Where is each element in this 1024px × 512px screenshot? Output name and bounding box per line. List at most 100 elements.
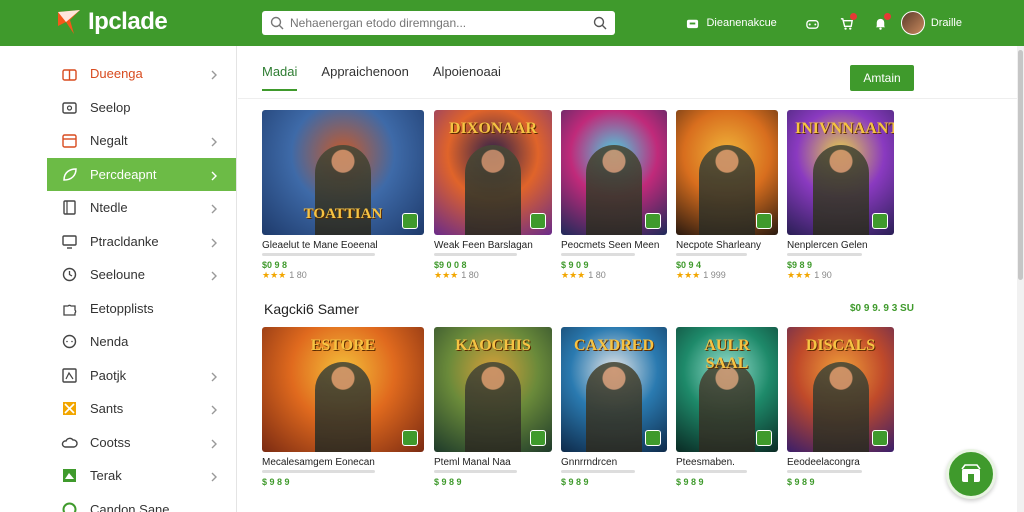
game-price: $ 9 8 9 bbox=[561, 477, 589, 487]
top-bar: Ipclade Dieanenakcue Drai bbox=[0, 0, 1024, 46]
game-card[interactable]: Necpote Sharleany $0 9 4 ★★★ 1 999 bbox=[676, 110, 778, 281]
character-figure bbox=[465, 145, 521, 235]
cloud-icon bbox=[61, 434, 78, 451]
character-figure bbox=[586, 145, 642, 235]
sidebar-item-negalt[interactable]: Negalt bbox=[47, 124, 236, 157]
star-rating: ★★★ 1 90 bbox=[787, 270, 832, 280]
game-card[interactable]: TOATTIAN Gleaelut te Mane Eoeenal $0 9 8 ★★… bbox=[262, 110, 424, 281]
sidebar-item-cootss[interactable]: Cootss bbox=[47, 426, 236, 459]
chevron-right-icon bbox=[210, 403, 218, 415]
platform-badge-icon bbox=[872, 430, 888, 446]
scrollbar-thumb[interactable] bbox=[1018, 50, 1023, 280]
sidebar-item-terak[interactable]: Terak bbox=[47, 459, 236, 492]
sidebar-item-ntedle[interactable]: Ntedle bbox=[47, 191, 236, 224]
sidebar-item-label: Negalt bbox=[90, 133, 128, 148]
game-cover-image[interactable]: AULR SAAL bbox=[676, 327, 778, 452]
gamepad-icon[interactable] bbox=[805, 15, 821, 31]
game-price: $ 9 8 9 bbox=[434, 477, 462, 487]
game-cover-image[interactable]: KAOCHIS bbox=[434, 327, 552, 452]
cover-title: ESTORE bbox=[310, 337, 376, 354]
cover-title: INIVNNAANT bbox=[795, 120, 894, 137]
sidebar-item-label: Seelop bbox=[90, 99, 131, 115]
tab-appraichenoon[interactable]: Appraichenoon bbox=[321, 64, 408, 91]
search-icon bbox=[270, 16, 284, 30]
sidebar-item-label: Candon Sane bbox=[90, 501, 170, 512]
sidebar-item-label: Paotjk bbox=[90, 367, 127, 383]
game-card[interactable]: INIVNNAANT Nenplercen Gelen $9 8 9 ★★★ 1 90 bbox=[787, 110, 894, 281]
floating-store-button[interactable] bbox=[946, 449, 996, 499]
game-subtitle bbox=[434, 253, 517, 256]
platform-badge-icon bbox=[402, 430, 418, 446]
sidebar: Dueenga Seelop Negalt Percdeapnt Ntedle Ptrac… bbox=[0, 46, 237, 512]
notification-icon[interactable] bbox=[873, 13, 891, 31]
game-card[interactable]: DIXONAAR Weak Feen Barslagan $9 0 0 8 ★★★ 1 … bbox=[434, 110, 552, 281]
search-submit-icon[interactable] bbox=[593, 16, 607, 30]
game-cover-image[interactable]: DIXONAAR bbox=[434, 110, 552, 235]
user-menu[interactable]: Draille bbox=[900, 11, 962, 35]
chevron-right-icon bbox=[210, 236, 218, 247]
sidebar-item-label: Sants bbox=[90, 401, 124, 416]
game-cover-image[interactable] bbox=[561, 110, 667, 235]
sidebar-item-seelop[interactable]: Seelop bbox=[47, 91, 236, 124]
sidebar-item-eetopplists[interactable]: Eetopplists bbox=[47, 292, 236, 325]
sidebar-item-nenda[interactable]: Nenda bbox=[47, 325, 236, 358]
primary-action-link[interactable]: Dieanenakcue bbox=[684, 15, 777, 31]
sidebar-item-label: Nenda bbox=[90, 334, 129, 349]
cart-icon[interactable] bbox=[839, 13, 857, 31]
section-link[interactable]: $0 9 9. 9 3 SU bbox=[850, 303, 914, 314]
platform-badge-icon bbox=[402, 213, 418, 229]
cover-title: DISCALS bbox=[805, 337, 876, 354]
sidebar-item-paotjk[interactable]: Paotjk bbox=[47, 359, 236, 392]
game-subtitle bbox=[787, 470, 862, 473]
game-card[interactable]: CAXDRED Gnnrrndrcen $ 9 8 9 bbox=[561, 327, 667, 487]
game-card[interactable]: ESTORE Mecalesamgem Eonecan $ 9 8 9 bbox=[262, 327, 424, 487]
game-subtitle bbox=[262, 470, 376, 473]
chevron-right-icon bbox=[210, 169, 218, 180]
book-icon bbox=[61, 199, 78, 216]
primary-action-label: Dieanenakcue bbox=[706, 17, 777, 29]
sidebar-item-sants[interactable]: Sants bbox=[47, 392, 236, 425]
sidebar-item-label: Ntedle bbox=[90, 200, 128, 215]
action-button[interactable]: Amtain bbox=[850, 65, 914, 91]
sidebar-item-label: Eetopplists bbox=[90, 300, 154, 316]
page-scrollbar[interactable] bbox=[1017, 46, 1024, 512]
calendar-icon bbox=[61, 132, 78, 149]
game-card[interactable]: DISCALS Eeodeelacongra $ 9 8 9 bbox=[787, 327, 894, 487]
game-card[interactable]: Peocmets Seen Meen $ 9 0 9 ★★★ 1 80 bbox=[561, 110, 667, 281]
section-title: Kagcki6 Samer bbox=[264, 301, 359, 317]
sidebar-item-label: Seeloune bbox=[90, 267, 145, 282]
game-cover-image[interactable]: DISCALS bbox=[787, 327, 894, 452]
app-logo[interactable]: Ipclade bbox=[56, 8, 168, 36]
sidebar-item-ptracldanke[interactable]: Ptracldanke bbox=[47, 225, 236, 258]
platform-badge-icon bbox=[645, 430, 661, 446]
platform-badge-icon bbox=[756, 430, 772, 446]
game-price: $0 9 8 bbox=[262, 260, 288, 270]
game-cover-image[interactable]: TOATTIAN bbox=[262, 110, 424, 235]
game-cover-image[interactable]: CAXDRED bbox=[561, 327, 667, 452]
platform-badge-icon bbox=[756, 213, 772, 229]
sidebar-item-percdeapnt[interactable]: Percdeapnt bbox=[47, 157, 236, 191]
chevron-right-icon bbox=[210, 437, 218, 448]
game-card[interactable]: KAOCHIS Pteml Manal Naa $ 9 8 9 bbox=[434, 327, 552, 487]
game-price: $ 9 8 9 bbox=[262, 477, 290, 487]
game-cover-image[interactable]: ESTORE bbox=[262, 327, 424, 452]
character-figure bbox=[465, 362, 521, 452]
search-input[interactable] bbox=[290, 16, 593, 30]
tab-alpoienoaai[interactable]: Alpoienoaai bbox=[433, 64, 501, 91]
game-title: Pteml Manal Naa bbox=[434, 457, 511, 468]
game-cover-image[interactable] bbox=[676, 110, 778, 235]
search-bar[interactable] bbox=[262, 11, 615, 35]
grid-icon bbox=[61, 400, 78, 417]
sidebar-item-seeloune[interactable]: Seeloune bbox=[47, 258, 236, 291]
puzzle-icon bbox=[61, 300, 78, 317]
game-price: $9 0 0 8 bbox=[434, 260, 467, 270]
chevron-right-icon bbox=[210, 370, 218, 381]
tab-madai[interactable]: Madai bbox=[262, 64, 298, 91]
game-title: Peocmets Seen Meen bbox=[561, 240, 660, 251]
game-card[interactable]: AULR SAAL Pteesmaben. $ 9 8 9 bbox=[676, 327, 778, 487]
frame-icon bbox=[61, 367, 78, 384]
sidebar-item-dueenga[interactable]: Dueenga bbox=[47, 57, 236, 90]
header-actions: Dieanenakcue Draille bbox=[684, 0, 1024, 46]
game-cover-image[interactable]: INIVNNAANT bbox=[787, 110, 894, 235]
sidebar-item-candon-sane[interactable]: Candon Sane bbox=[47, 493, 236, 512]
